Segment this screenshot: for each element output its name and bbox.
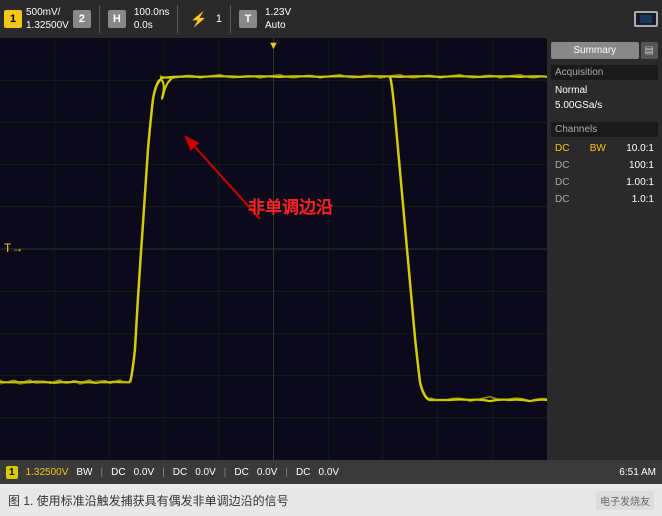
- bottom-val3: 0.0V: [257, 467, 278, 478]
- ch4-dc-label: DC: [555, 194, 569, 205]
- bottom-val1: 0.0V: [134, 467, 155, 478]
- scope-display: T→ ▼ 非单调边沿: [0, 38, 547, 460]
- timebase-value: 100.0ns: [134, 6, 170, 19]
- bottom-val4: 0.0V: [318, 467, 339, 478]
- acq-rate-value: 5.00GSa/s: [551, 99, 658, 112]
- time-offset: 0.0s: [134, 19, 170, 32]
- watermark: 电子发烧友: [596, 491, 654, 510]
- bottom-sep2: |: [162, 467, 165, 478]
- channel-row-2: DC 100:1: [551, 158, 658, 173]
- bottom-sep3: |: [224, 467, 227, 478]
- ch2-value: 100:1: [629, 160, 654, 171]
- summary-tab[interactable]: Summary: [551, 42, 639, 59]
- bottom-bw: BW: [76, 467, 92, 478]
- panel-icon-tab[interactable]: ▤: [641, 42, 658, 59]
- channel-row-1: DC BW 10.0:1: [551, 141, 658, 156]
- top-toolbar: 1 500mV/ 1.32500V 2 H 100.0ns 0.0s ⚡ 1 T…: [0, 0, 662, 38]
- bottom-ch1-value: 1.32500V: [26, 467, 69, 478]
- bottom-ch1-badge: 1: [6, 466, 18, 479]
- acquisition-section-title: Acquisition: [551, 65, 658, 80]
- trigger-mode: Auto: [265, 19, 291, 32]
- panel-tabs: Summary ▤: [551, 42, 658, 59]
- timebase-info: 100.0ns 0.0s: [134, 6, 170, 32]
- screen-icon[interactable]: [634, 11, 658, 27]
- h-badge[interactable]: H: [108, 10, 126, 28]
- lightning-icon: ⚡: [190, 11, 207, 28]
- ch1-bw-label: BW: [590, 143, 606, 154]
- trigger-badge[interactable]: T: [239, 10, 257, 28]
- divider3: [230, 5, 231, 33]
- annotation-text: 非单调边沿: [248, 193, 333, 218]
- ch1-voltage: 500mV/: [26, 6, 69, 19]
- bottom-dc3: DC: [234, 467, 248, 478]
- voltage-reading: 1.23V: [265, 6, 291, 19]
- waveform-svg: [0, 38, 547, 460]
- ch1-info: 500mV/ 1.32500V: [26, 6, 69, 32]
- ch1-value: 10.0:1: [626, 143, 654, 154]
- time-marker: ▼: [268, 40, 279, 52]
- ch1-offset: 1.32500V: [26, 19, 69, 32]
- caption-area: 图 1. 使用标准沿触发捕获具有偶发非单调边沿的信号 电子发烧友: [0, 484, 662, 516]
- bottom-dc4: DC: [296, 467, 310, 478]
- ch2-badge[interactable]: 2: [73, 10, 91, 28]
- divider1: [99, 5, 100, 33]
- ch4-value: 1.0:1: [632, 194, 654, 205]
- bottom-time: 6:51 AM: [619, 467, 656, 478]
- divider2: [177, 5, 178, 33]
- bottom-dc2: DC: [173, 467, 187, 478]
- ch3-value: 1.00:1: [626, 177, 654, 188]
- bottom-sep4: |: [285, 467, 288, 478]
- trigger-info: 1.23V Auto: [265, 6, 291, 32]
- trigger-marker: T→: [4, 241, 23, 255]
- toolbar-right: [634, 11, 658, 27]
- main-container: 1 500mV/ 1.32500V 2 H 100.0ns 0.0s ⚡ 1 T…: [0, 0, 662, 516]
- bottom-bar: 1 1.32500V BW | DC 0.0V | DC 0.0V | DC 0…: [0, 460, 662, 484]
- caption-text: 图 1. 使用标准沿触发捕获具有偶发非单调边沿的信号: [8, 492, 289, 509]
- run-count: 1: [216, 13, 222, 25]
- main-content: T→ ▼ 非单调边沿 Summary ▤ Acqu: [0, 38, 662, 460]
- bottom-val2: 0.0V: [195, 467, 216, 478]
- right-panel: Summary ▤ Acquisition Normal 5.00GSa/s C…: [547, 38, 662, 460]
- channels-section-title: Channels: [551, 122, 658, 137]
- channel-row-4: DC 1.0:1: [551, 192, 658, 207]
- ch1-badge[interactable]: 1: [4, 10, 22, 28]
- ch3-dc-label: DC: [555, 177, 569, 188]
- ch2-dc-label: DC: [555, 160, 569, 171]
- ch1-dc-label: DC: [555, 143, 569, 154]
- bottom-dc1: DC: [111, 467, 125, 478]
- bottom-sep1: |: [101, 467, 104, 478]
- channel-row-3: DC 1.00:1: [551, 175, 658, 190]
- acq-mode-value: Normal: [551, 84, 658, 97]
